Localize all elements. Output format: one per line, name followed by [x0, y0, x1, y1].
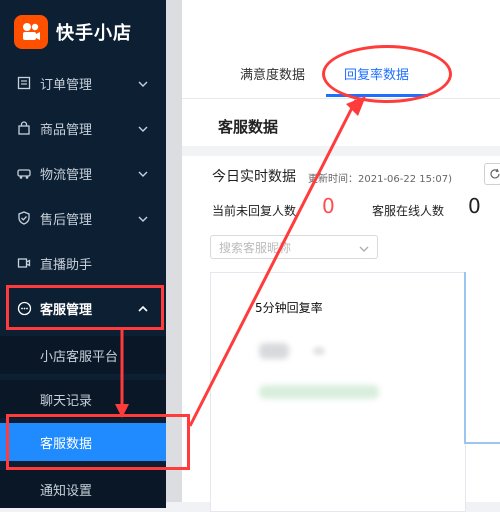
annotation-arrows — [115, 96, 366, 427]
